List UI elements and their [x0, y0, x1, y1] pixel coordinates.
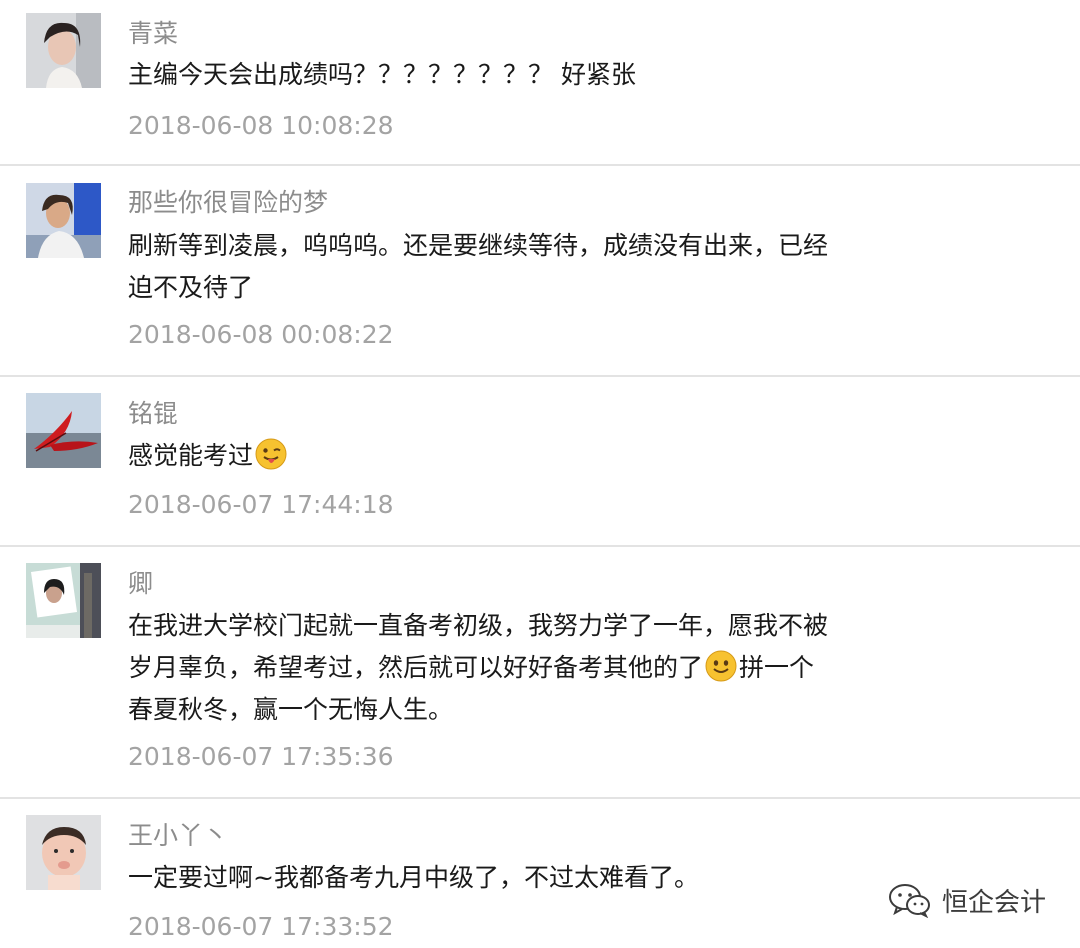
winking-tongue-emoji	[255, 438, 287, 470]
comment-item: 青菜 主编今天会出成绩吗？？？？？？？？ 好紧张 2018-06-08 10:0…	[0, 0, 1080, 166]
wechat-icon	[888, 884, 930, 918]
comment-line-text: 拼一个	[739, 653, 815, 682]
nickname[interactable]: 卿	[128, 569, 153, 599]
timestamp: 2018-06-08 10:08:28	[128, 111, 394, 140]
comment-line: 岁月辜负，希望考过，然后就可以好好备考其他的了 拼一个	[128, 647, 868, 689]
timestamp: 2018-06-07 17:35:36	[128, 742, 394, 771]
watermark-text: 恒企会计	[941, 887, 1046, 918]
avatar[interactable]	[26, 13, 101, 88]
nickname[interactable]: 那些你很冒险的梦	[128, 188, 328, 218]
comment-text: 主编今天会出成绩吗？？？？？？？？ 好紧张	[128, 54, 868, 96]
comment-line: 主编今天会出成绩吗？？？？？？？？ 好紧张	[128, 60, 636, 89]
comment-list: 青菜 主编今天会出成绩吗？？？？？？？？ 好紧张 2018-06-08 10:0…	[0, 0, 1080, 948]
timestamp: 2018-06-07 17:44:18	[128, 490, 394, 519]
comment-item: 那些你很冒险的梦 刷新等到凌晨，呜呜呜。还是要继续等待，成绩没有出来，已经 迫不…	[0, 166, 1080, 377]
watermark: 恒企会计	[888, 880, 1046, 920]
comment-line: 感觉能考过	[128, 435, 868, 477]
comment-line-text: 岁月辜负，希望考过，然后就可以好好备考其他的了	[128, 653, 704, 682]
comment-text: 在我进大学校门起就一直备考初级，我努力学了一年，愿我不被 岁月辜负，希望考过，然…	[128, 605, 868, 731]
comment-text: 一定要过啊~我都备考九月中级了，不过太难看了。	[128, 857, 868, 899]
timestamp: 2018-06-07 17:33:52	[128, 912, 394, 941]
nickname[interactable]: 铭锟	[128, 399, 178, 429]
comment-text: 感觉能考过	[128, 435, 868, 477]
comment-line-text: 感觉能考过	[128, 441, 254, 470]
comment-item: 铭锟 感觉能考过 2018-06-07 17:44:18	[0, 377, 1080, 547]
nickname[interactable]: 王小丫丶	[128, 821, 228, 851]
smiling-emoji	[705, 650, 737, 682]
comment-line: 春夏秋冬，赢一个无悔人生。	[128, 695, 454, 724]
comment-item: 王小丫丶 一定要过啊~我都备考九月中级了，不过太难看了。 2018-06-07 …	[0, 799, 1080, 948]
nickname[interactable]: 青菜	[128, 19, 178, 49]
comment-item: 卿 在我进大学校门起就一直备考初级，我努力学了一年，愿我不被 岁月辜负，希望考过…	[0, 547, 1080, 799]
avatar[interactable]	[26, 393, 101, 468]
comment-line: 一定要过啊~我都备考九月中级了，不过太难看了。	[128, 863, 699, 892]
avatar[interactable]	[26, 183, 101, 258]
comment-line: 迫不及待了	[128, 273, 254, 302]
comment-text: 刷新等到凌晨，呜呜呜。还是要继续等待，成绩没有出来，已经 迫不及待了	[128, 225, 868, 309]
comment-line: 刷新等到凌晨，呜呜呜。还是要继续等待，成绩没有出来，已经	[128, 231, 829, 260]
comment-line: 在我进大学校门起就一直备考初级，我努力学了一年，愿我不被	[128, 611, 829, 640]
avatar[interactable]	[26, 815, 101, 890]
avatar[interactable]	[26, 563, 101, 638]
timestamp: 2018-06-08 00:08:22	[128, 320, 394, 349]
